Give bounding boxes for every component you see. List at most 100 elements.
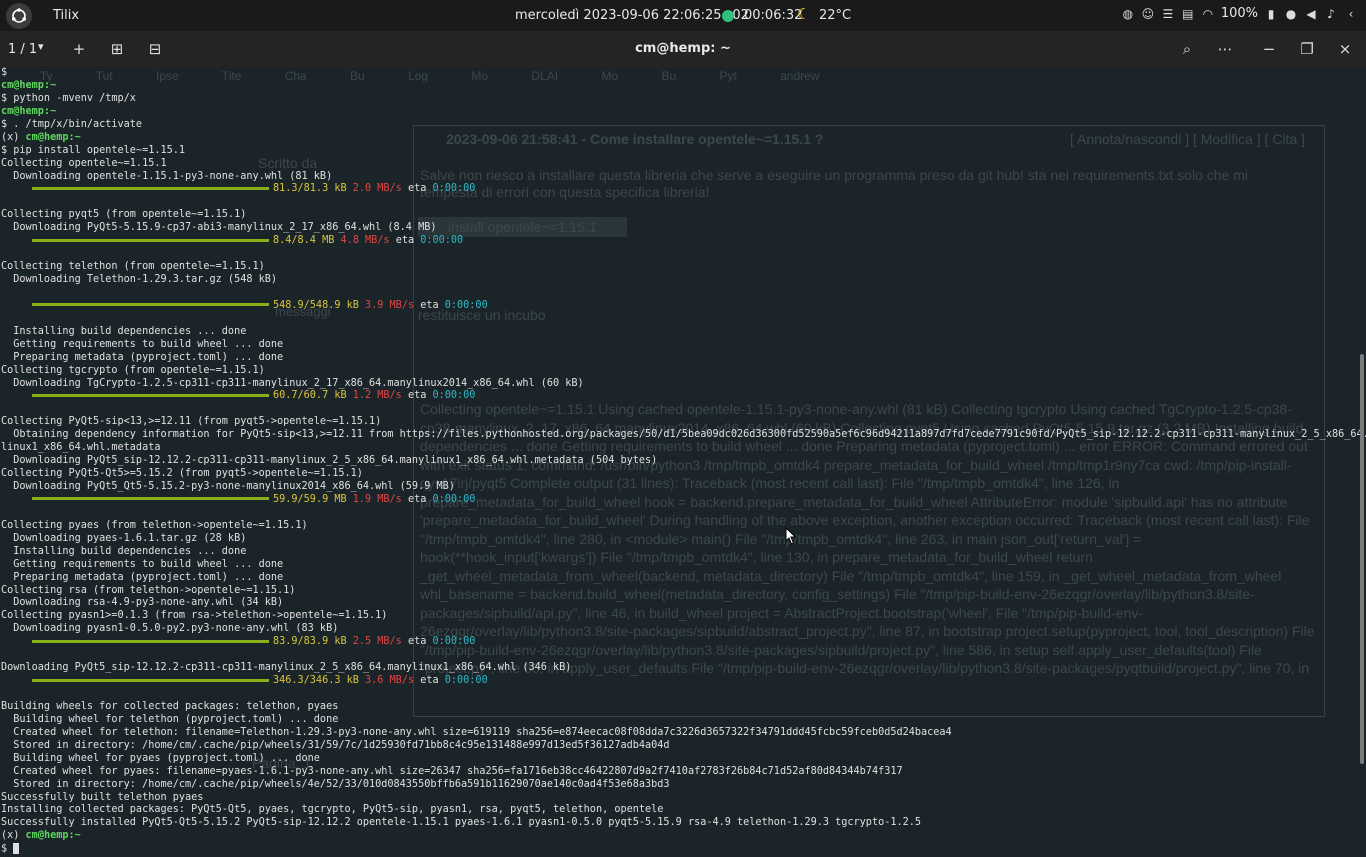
progress-bar bbox=[32, 186, 269, 190]
list-icon[interactable]: ☰ bbox=[1161, 7, 1175, 21]
terminal-line: $ pip install opentele~=1.15.1 bbox=[1, 144, 186, 156]
terminal-line: Preparing metadata (pyproject.toml) ... … bbox=[1, 351, 284, 363]
prompt-user: cm@hemp:~ bbox=[25, 131, 81, 143]
download-size: 8.4/8.4 MB bbox=[273, 235, 335, 247]
download-speed: 3.9 MB/s bbox=[365, 299, 415, 311]
mic-icon[interactable]: ● bbox=[1284, 7, 1298, 21]
scrollbar[interactable] bbox=[1360, 354, 1364, 764]
battery-percent[interactable]: 100% bbox=[1221, 6, 1258, 21]
search-icon[interactable]: ⌕ bbox=[1178, 40, 1196, 58]
terminal-line: cm@hemp:~ bbox=[1, 106, 1363, 119]
terminal-line: Preparing metadata (pyproject.toml) ... … bbox=[1, 571, 284, 583]
terminal-line: Downloading PyQt5_Qt5-5.15.2-py3-none-ma… bbox=[1, 481, 455, 492]
terminal-line: 346.3/346.3 kB 3.6 MB/s eta 0:00:00 bbox=[1, 675, 1363, 688]
clipboard-icon[interactable]: ▤ bbox=[1181, 7, 1195, 21]
globe-icon[interactable]: ◍ bbox=[1121, 7, 1135, 21]
terminal-line: Collecting tgcrypto (from opentele~=1.15… bbox=[1, 364, 265, 376]
download-eta: 0:00:00 bbox=[444, 299, 488, 311]
terminal-line: Downloading opentele-1.15.1-py3-none-any… bbox=[1, 170, 333, 182]
download-eta: 0:00:00 bbox=[432, 183, 476, 195]
chevron-left-icon[interactable]: ‹ bbox=[1344, 7, 1358, 21]
progress-bar bbox=[32, 678, 269, 682]
terminal-line: 81.3/81.3 kB 2.0 MB/s eta 0:00:00 bbox=[1, 183, 1363, 196]
prompt-user: cm@hemp:~ bbox=[1, 79, 57, 91]
venv-label: (x) bbox=[1, 830, 26, 842]
download-size: 346.3/346.3 kB bbox=[273, 675, 359, 687]
terminal-line: Collecting pyqt5 (from opentele~=1.15.1) bbox=[1, 209, 247, 221]
system-tray[interactable]: ◍ ☺ ☰ ▤ ◠ 100% ▮ ● ◀ ♪ ‹ bbox=[1121, 6, 1358, 21]
download-speed: 1.9 MB/s bbox=[352, 493, 402, 505]
terminal-line: Collecting PyQt5-Qt5>=5.15.2 (from pyqt5… bbox=[1, 468, 363, 480]
download-speed: 2.5 MB/s bbox=[352, 636, 402, 648]
terminal-header-bar: 1 / 1 ▾ + ⊞ ⊟ cm@hemp: ~ ⌕ ⋯ − ❐ × bbox=[0, 31, 1366, 67]
volume-icon[interactable]: ◀ bbox=[1304, 7, 1318, 21]
terminal-line: 548.9/548.9 kB 3.9 MB/s eta 0:00:00 bbox=[1, 300, 1363, 313]
terminal-line: $ bbox=[1, 843, 1363, 856]
activities-icon[interactable] bbox=[6, 3, 32, 29]
terminal-line: 83.9/83.9 kB 2.5 MB/s eta 0:00:00 bbox=[1, 636, 1363, 649]
terminal-line: Successfully built telethon pyaes bbox=[1, 791, 204, 803]
temperature: 22°C bbox=[819, 8, 852, 23]
wifi-icon[interactable]: ◠ bbox=[1201, 7, 1215, 21]
minimize-icon[interactable]: − bbox=[1260, 40, 1278, 58]
download-size: 81.3/81.3 kB bbox=[273, 183, 347, 195]
close-icon[interactable]: × bbox=[1336, 40, 1354, 58]
terminal-line: Obtaining dependency information for PyQ… bbox=[1, 429, 1366, 441]
menu-dots-icon[interactable]: ⋯ bbox=[1216, 40, 1234, 58]
app-name[interactable]: Tilix bbox=[53, 8, 79, 23]
terminal-line: Collecting pyaes (from telethon->opentel… bbox=[1, 519, 308, 531]
terminal-line: Installing collected packages: PyQt5-Qt5… bbox=[1, 804, 664, 816]
terminal-line: 8.4/8.4 MB 4.8 MB/s eta 0:00:00 bbox=[1, 235, 1363, 248]
prompt-user: cm@hemp:~ bbox=[25, 830, 81, 842]
battery-icon[interactable]: ▮ bbox=[1264, 7, 1278, 21]
terminal-line: $ python -mvenv /tmp/x bbox=[1, 92, 136, 104]
terminal-line: Collecting telethon (from opentele~=1.15… bbox=[1, 261, 265, 273]
download-eta: 0:00:00 bbox=[420, 235, 464, 247]
download-speed: 1.2 MB/s bbox=[352, 390, 402, 402]
download-speed: 4.8 MB/s bbox=[340, 235, 390, 247]
terminal-line: $ bbox=[1, 67, 8, 78]
clock[interactable]: mercoledì 2023-09-06 22:06:25+02 bbox=[515, 8, 749, 23]
terminal-line: 60.7/60.7 kB 1.2 MB/s eta 0:00:00 bbox=[1, 390, 1363, 403]
terminal-line: Getting requirements to build wheel ... … bbox=[1, 338, 284, 350]
text-cursor bbox=[13, 843, 20, 855]
progress-bar bbox=[32, 238, 269, 242]
download-speed: 2.0 MB/s bbox=[352, 183, 402, 195]
terminal-output[interactable]: $ cm@hemp:~ $ python -mvenv /tmp/x cm@hemp:… bbox=[1, 67, 1366, 856]
terminal-line: Stored in directory: /home/cm/.cache/pip… bbox=[1, 778, 670, 790]
terminal-line: Downloading Telethon-1.29.3.tar.gz (548 … bbox=[1, 274, 278, 285]
progress-bar bbox=[32, 497, 269, 501]
bell-icon[interactable]: ♪ bbox=[1324, 7, 1338, 21]
download-eta: 0:00:00 bbox=[432, 636, 476, 648]
timer: 00:06:32 bbox=[744, 8, 803, 23]
terminal-line: cm@hemp:~ bbox=[1, 80, 1363, 93]
maximize-icon[interactable]: ❐ bbox=[1298, 40, 1316, 58]
terminal-line: Collecting pyasn1>=0.1.3 (from rsa->tele… bbox=[1, 610, 388, 622]
terminal-line: Building wheel for telethon (pyproject.t… bbox=[1, 713, 339, 725]
terminal-line: Installing build dependencies ... done bbox=[1, 545, 247, 557]
terminal-line: Downloading PyQt5_sip-12.12.2-cp311-cp31… bbox=[1, 455, 658, 467]
terminal-line: linux1_x86_64.whl.metadata bbox=[1, 442, 161, 454]
emoji-icon[interactable]: ☺ bbox=[1141, 7, 1155, 21]
prompt-dollar: $ bbox=[1, 843, 14, 855]
terminal-line: Building wheels for collected packages: … bbox=[1, 700, 339, 712]
prompt-user: cm@hemp:~ bbox=[1, 105, 57, 117]
terminal-line: Collecting opentele~=1.15.1 bbox=[1, 157, 167, 169]
terminal-line: Downloading TgCrypto-1.2.5-cp311-cp311-m… bbox=[1, 377, 584, 389]
terminal-line: Downloading rsa-4.9-py3-none-any.whl (34… bbox=[1, 597, 284, 609]
terminal-line: Successfully installed PyQt5-Qt5-5.15.2 … bbox=[1, 817, 922, 829]
terminal-line: $ . /tmp/x/bin/activate bbox=[1, 118, 143, 130]
venv-label: (x) bbox=[1, 131, 26, 143]
terminal-line: Stored in directory: /home/cm/.cache/pip… bbox=[1, 739, 670, 751]
terminal-line: Collecting PyQt5-sip<13,>=12.11 (from py… bbox=[1, 416, 382, 428]
download-size: 83.9/83.9 kB bbox=[273, 636, 347, 648]
status-dot-icon bbox=[722, 10, 734, 22]
terminal-line: 59.9/59.9 MB 1.9 MB/s eta 0:00:00 bbox=[1, 494, 1363, 507]
terminal-line: Installing build dependencies ... done bbox=[1, 325, 247, 337]
download-speed: 3.6 MB/s bbox=[365, 675, 415, 687]
download-size: 59.9/59.9 MB bbox=[273, 493, 347, 505]
terminal-line: (x) cm@hemp:~ bbox=[1, 830, 1363, 843]
